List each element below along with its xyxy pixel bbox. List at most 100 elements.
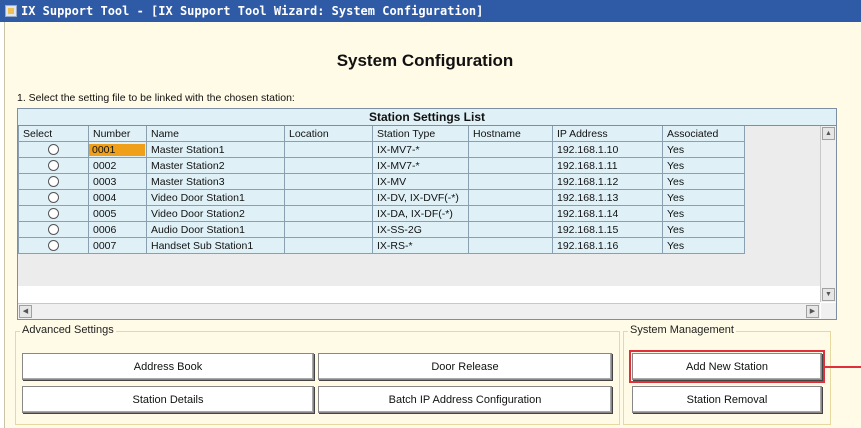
table-header-row: Select Number Name Location Station Type… (18, 126, 745, 142)
number-cell[interactable]: 0004 (88, 189, 147, 206)
station-table: Select Number Name Location Station Type… (18, 126, 745, 254)
ip-address-cell[interactable]: 192.168.1.11 (552, 157, 663, 174)
station-type-cell[interactable]: IX-MV (372, 173, 469, 190)
associated-cell[interactable]: Yes (662, 221, 745, 238)
table-row[interactable]: 0007 Handset Sub Station1 IX-RS-* 192.16… (18, 237, 745, 254)
select-radio[interactable] (48, 144, 59, 156)
name-cell[interactable]: Handset Sub Station1 (146, 237, 285, 254)
ip-address-cell[interactable]: 192.168.1.12 (552, 173, 663, 190)
door-release-button[interactable]: Door Release (318, 353, 612, 380)
location-cell[interactable] (284, 221, 373, 238)
ip-address-cell[interactable]: 192.168.1.15 (552, 221, 663, 238)
instruction-text: 1. Select the setting file to be linked … (17, 92, 295, 104)
callout-pointer (824, 366, 861, 368)
select-radio[interactable] (48, 208, 59, 220)
associated-cell[interactable]: Yes (662, 141, 745, 158)
station-type-cell[interactable]: IX-SS-2G (372, 221, 469, 238)
associated-cell[interactable]: Yes (662, 205, 745, 222)
name-cell[interactable]: Master Station3 (146, 173, 285, 190)
hostname-cell[interactable] (468, 237, 553, 254)
hostname-cell[interactable] (468, 141, 553, 158)
grid-area: Select Number Name Location Station Type… (18, 126, 820, 286)
station-type-cell[interactable]: IX-MV7-* (372, 141, 469, 158)
associated-cell[interactable]: Yes (662, 157, 745, 174)
hostname-cell[interactable] (468, 173, 553, 190)
number-cell[interactable]: 0001 (88, 141, 147, 158)
wizard-window: System Configuration 1. Select the setti… (4, 22, 861, 428)
column-header-associated[interactable]: Associated (662, 126, 745, 142)
column-header-ip-address[interactable]: IP Address (552, 126, 663, 142)
station-type-cell[interactable]: IX-MV7-* (372, 157, 469, 174)
title-bar: IX Support Tool - [IX Support Tool Wizar… (0, 0, 861, 22)
location-cell[interactable] (284, 141, 373, 158)
column-header-number[interactable]: Number (88, 126, 147, 142)
row-select-cell (18, 205, 89, 222)
row-select-cell (18, 141, 89, 158)
scroll-left-icon[interactable]: ◀ (19, 305, 32, 318)
location-cell[interactable] (284, 205, 373, 222)
column-header-name[interactable]: Name (146, 126, 285, 142)
number-cell[interactable]: 0005 (88, 205, 147, 222)
associated-cell[interactable]: Yes (662, 189, 745, 206)
app-icon (5, 5, 17, 17)
select-radio[interactable] (48, 240, 59, 252)
number-cell[interactable]: 0007 (88, 237, 147, 254)
select-radio[interactable] (48, 176, 59, 188)
column-header-station-type[interactable]: Station Type (372, 126, 469, 142)
station-type-cell[interactable]: IX-DV, IX-DVF(-*) (372, 189, 469, 206)
select-radio[interactable] (48, 160, 59, 172)
number-cell[interactable]: 0006 (88, 221, 147, 238)
column-header-location[interactable]: Location (284, 126, 373, 142)
ip-address-cell[interactable]: 192.168.1.13 (552, 189, 663, 206)
select-radio[interactable] (48, 224, 59, 236)
name-cell[interactable]: Audio Door Station1 (146, 221, 285, 238)
station-type-cell[interactable]: IX-RS-* (372, 237, 469, 254)
row-select-cell (18, 189, 89, 206)
location-cell[interactable] (284, 157, 373, 174)
associated-cell[interactable]: Yes (662, 173, 745, 190)
hostname-cell[interactable] (468, 189, 553, 206)
associated-cell[interactable]: Yes (662, 237, 745, 254)
scroll-down-icon[interactable]: ▼ (822, 288, 835, 301)
ip-address-cell[interactable]: 192.168.1.14 (552, 205, 663, 222)
page-title: System Configuration (336, 51, 514, 70)
station-settings-list: Station Settings List Select Number Name… (17, 108, 837, 320)
station-details-button[interactable]: Station Details (22, 386, 314, 413)
add-new-station-button[interactable]: Add New Station (629, 350, 825, 383)
scroll-right-icon[interactable]: ▶ (806, 305, 819, 318)
name-cell[interactable]: Video Door Station2 (146, 205, 285, 222)
row-select-cell (18, 237, 89, 254)
location-cell[interactable] (284, 189, 373, 206)
number-cell[interactable]: 0002 (88, 157, 147, 174)
hostname-cell[interactable] (468, 221, 553, 238)
name-cell[interactable]: Video Door Station1 (146, 189, 285, 206)
scroll-up-icon[interactable]: ▲ (822, 127, 835, 140)
table-row[interactable]: 0002 Master Station2 IX-MV7-* 192.168.1.… (18, 157, 745, 174)
table-row[interactable]: 0006 Audio Door Station1 IX-SS-2G 192.16… (18, 221, 745, 238)
row-select-cell (18, 221, 89, 238)
select-radio[interactable] (48, 192, 59, 204)
horizontal-scrollbar[interactable]: ◀ ▶ (18, 303, 820, 319)
column-header-hostname[interactable]: Hostname (468, 126, 553, 142)
location-cell[interactable] (284, 237, 373, 254)
table-row[interactable]: 0003 Master Station3 IX-MV 192.168.1.12 … (18, 173, 745, 190)
station-removal-button[interactable]: Station Removal (632, 386, 822, 413)
ip-address-cell[interactable]: 192.168.1.16 (552, 237, 663, 254)
location-cell[interactable] (284, 173, 373, 190)
name-cell[interactable]: Master Station2 (146, 157, 285, 174)
hostname-cell[interactable] (468, 205, 553, 222)
station-type-cell[interactable]: IX-DA, IX-DF(-*) (372, 205, 469, 222)
name-cell[interactable]: Master Station1 (146, 141, 285, 158)
table-row[interactable]: 0004 Video Door Station1 IX-DV, IX-DVF(-… (18, 189, 745, 206)
number-value: 0001 (89, 143, 145, 156)
table-row[interactable]: 0005 Video Door Station2 IX-DA, IX-DF(-*… (18, 205, 745, 222)
address-book-button[interactable]: Address Book (22, 353, 314, 380)
table-row[interactable]: 0001 Master Station1 IX-MV7-* 192.168.1.… (18, 141, 745, 158)
vertical-scrollbar[interactable]: ▲ ▼ (820, 126, 836, 302)
ip-address-cell[interactable]: 192.168.1.10 (552, 141, 663, 158)
advanced-settings-legend: Advanced Settings (20, 324, 116, 336)
number-cell[interactable]: 0003 (88, 173, 147, 190)
hostname-cell[interactable] (468, 157, 553, 174)
batch-ip-config-button[interactable]: Batch IP Address Configuration (318, 386, 612, 413)
column-header-select[interactable]: Select (18, 126, 89, 142)
